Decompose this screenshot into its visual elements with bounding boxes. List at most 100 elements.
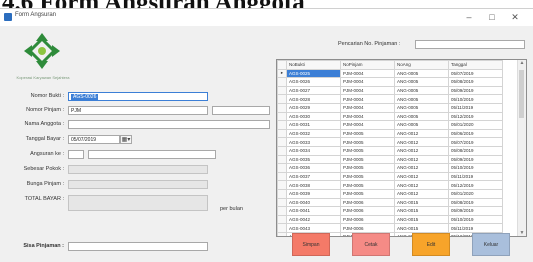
table-cell[interactable]: AGS-0035 <box>286 154 341 165</box>
scrollbar-thumb[interactable] <box>519 70 524 118</box>
table-scrollbar[interactable]: ▲ ▼ <box>517 60 526 236</box>
table-cell[interactable]: PJM-0004 <box>340 68 395 79</box>
maximize-button[interactable]: □ <box>481 11 503 24</box>
table-cell[interactable]: ANG-0005 <box>394 68 449 79</box>
nama-anggota-field[interactable] <box>68 120 270 129</box>
row-selector[interactable] <box>277 137 287 147</box>
calendar-dropdown-icon[interactable]: ▦▾ <box>120 135 132 144</box>
table-cell[interactable]: 05/10/2019 <box>448 163 503 173</box>
table-row[interactable]: AGS-0039 PJM-0005 ANG-0012 05/01/2020 <box>277 188 503 199</box>
table-cell[interactable]: ANG-0005 <box>394 77 449 87</box>
row-selector[interactable] <box>277 128 287 139</box>
table-cell[interactable]: AGS-0030 <box>286 111 341 122</box>
table-cell[interactable]: AGS-0025 <box>286 68 341 79</box>
table-cell[interactable]: PJM-0005 <box>340 163 395 173</box>
row-selector[interactable] <box>277 206 287 216</box>
minimize-button[interactable]: – <box>458 11 480 24</box>
table-cell[interactable]: 05/08/2019 <box>448 197 503 208</box>
table-cell[interactable]: 05/10/2019 <box>448 214 503 225</box>
table-cell[interactable]: AGS-0026 <box>286 77 341 87</box>
table-row[interactable]: ▸ AGS-0025 PJM-0004 ANG-0005 05/07/2019 <box>277 68 503 79</box>
row-selector[interactable] <box>277 180 287 190</box>
table-cell[interactable]: ANG-0015 <box>394 206 449 216</box>
table-cell[interactable]: 05/01/2020 <box>448 120 503 130</box>
table-cell[interactable]: ANG-0012 <box>394 154 449 165</box>
keluar-button[interactable]: Keluar <box>472 233 510 256</box>
cetak-button[interactable]: Cetak <box>352 233 390 256</box>
table-cell[interactable]: AGS-0039 <box>286 188 341 199</box>
table-cell[interactable]: AGS-0033 <box>286 137 341 147</box>
row-selector[interactable] <box>277 171 287 182</box>
table-row[interactable]: AGS-0028 PJM-0004 ANG-0005 05/10/2019 <box>277 94 503 104</box>
table-row[interactable]: AGS-0026 PJM-0004 ANG-0005 05/08/2019 <box>277 77 503 87</box>
table-row[interactable]: AGS-0041 PJM-0006 ANG-0015 05/09/2019 <box>277 206 503 216</box>
table-cell[interactable]: PJM-0005 <box>340 137 395 147</box>
table-cell[interactable]: PJM-0004 <box>340 85 395 96</box>
table-cell[interactable]: PJM-0005 <box>340 128 395 139</box>
table-cell[interactable]: PJM-0006 <box>340 206 395 216</box>
search-input[interactable] <box>415 40 525 49</box>
row-selector[interactable]: ▸ <box>277 68 287 79</box>
table-row[interactable]: AGS-0040 PJM-0006 ANG-0015 05/08/2019 <box>277 197 503 208</box>
table-cell[interactable]: ANG-0012 <box>394 145 449 156</box>
column-header[interactable]: NoAng <box>394 60 449 70</box>
row-selector[interactable] <box>277 111 287 122</box>
scroll-down-icon[interactable]: ▼ <box>518 230 526 236</box>
nomor-bukti-field[interactable]: AGS-0026 <box>68 92 208 101</box>
column-header[interactable]: NoBukti <box>286 60 341 70</box>
angsuran-ke-extra-field[interactable] <box>88 150 216 159</box>
table-cell[interactable]: 05/12/2019 <box>448 111 503 122</box>
nomor-pinjam-extra-field[interactable] <box>212 106 270 115</box>
table-cell[interactable]: PJM-0006 <box>340 214 395 225</box>
table-cell[interactable]: PJM-0005 <box>340 154 395 165</box>
table-cell[interactable]: 05/09/2019 <box>448 85 503 96</box>
column-header[interactable]: NoPinjam <box>340 60 395 70</box>
table-cell[interactable]: PJM-0004 <box>340 77 395 87</box>
table-cell[interactable]: 05/07/2019 <box>448 68 503 79</box>
table-cell[interactable]: 05/06/2019 <box>448 128 503 139</box>
table-cell[interactable]: PJM-0004 <box>340 120 395 130</box>
table-cell[interactable]: PJM-0004 <box>340 102 395 113</box>
table-cell[interactable]: 05/01/2020 <box>448 188 503 199</box>
table-cell[interactable]: ANG-0012 <box>394 188 449 199</box>
table-cell[interactable]: 05/12/2019 <box>448 180 503 190</box>
row-selector[interactable] <box>277 120 287 130</box>
row-selector[interactable] <box>277 94 287 104</box>
table-cell[interactable]: PJM-0004 <box>340 94 395 104</box>
row-selector[interactable] <box>277 214 287 225</box>
row-selector[interactable] <box>277 231 287 236</box>
angsuran-ke-field[interactable] <box>68 150 84 159</box>
table-cell[interactable]: 05/10/2019 <box>448 94 503 104</box>
table-cell[interactable]: ANG-0012 <box>394 137 449 147</box>
table-row[interactable]: AGS-0042 PJM-0006 ANG-0015 05/10/2019 <box>277 214 503 225</box>
close-button[interactable]: ✕ <box>504 11 526 24</box>
row-selector[interactable] <box>277 145 287 156</box>
table-row[interactable]: AGS-0036 PJM-0005 ANG-0012 05/10/2019 <box>277 163 503 173</box>
table-cell[interactable]: AGS-0037 <box>286 171 341 182</box>
table-row[interactable]: AGS-0030 PJM-0004 ANG-0005 05/12/2019 <box>277 111 503 122</box>
table-cell[interactable]: AGS-0034 <box>286 145 341 156</box>
nomor-pinjam-field[interactable]: PJM <box>68 106 208 115</box>
row-selector[interactable] <box>277 223 287 233</box>
table-cell[interactable]: AGS-0038 <box>286 180 341 190</box>
tanggal-bayar-field[interactable]: 05/07/2019 <box>68 135 120 144</box>
row-selector[interactable] <box>277 188 287 199</box>
table-cell[interactable]: AGS-0027 <box>286 85 341 96</box>
table-cell[interactable]: AGS-0028 <box>286 94 341 104</box>
table-cell[interactable]: ANG-0005 <box>394 111 449 122</box>
table-cell[interactable]: ANG-0012 <box>394 128 449 139</box>
table-cell[interactable]: AGS-0043 <box>286 223 341 233</box>
table-row[interactable]: AGS-0035 PJM-0005 ANG-0012 05/09/2019 <box>277 154 503 165</box>
table-row[interactable]: AGS-0033 PJM-0005 ANG-0012 05/07/2019 <box>277 137 503 147</box>
table-cell[interactable]: PJM-0005 <box>340 180 395 190</box>
table-cell[interactable]: ANG-0015 <box>394 223 449 233</box>
table-cell[interactable]: 05/11/2019 <box>448 102 503 113</box>
table-cell[interactable]: ANG-0005 <box>394 85 449 96</box>
table-cell[interactable]: 05/08/2019 <box>448 145 503 156</box>
simpan-button[interactable]: Simpan <box>292 233 330 256</box>
table-cell[interactable]: PJM-0005 <box>340 171 395 182</box>
row-selector[interactable] <box>277 154 287 165</box>
table-cell[interactable]: ANG-0005 <box>394 94 449 104</box>
table-cell[interactable]: PJM-0005 <box>340 188 395 199</box>
table-cell[interactable]: AGS-0036 <box>286 163 341 173</box>
